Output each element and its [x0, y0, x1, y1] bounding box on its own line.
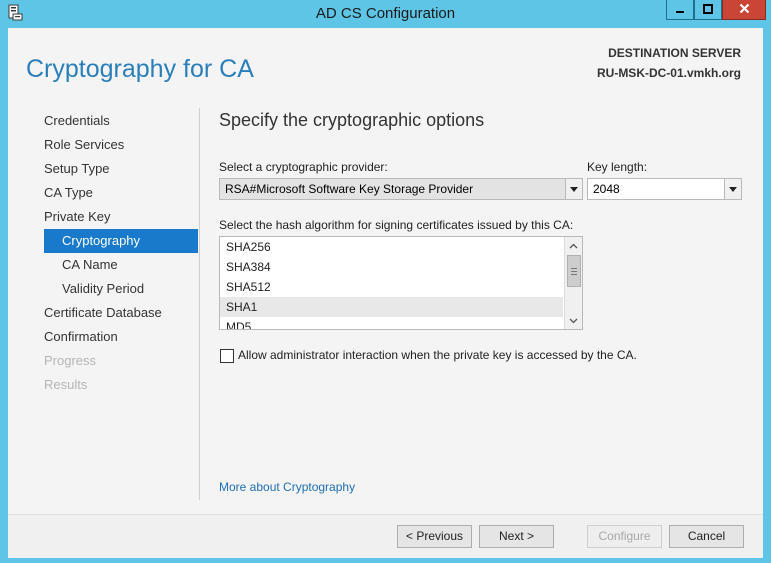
- next-button[interactable]: Next >: [479, 525, 554, 548]
- hash-option-sha256[interactable]: SHA256: [220, 237, 563, 257]
- nav-item-ca-name[interactable]: CA Name: [44, 253, 198, 277]
- close-icon: [739, 1, 750, 19]
- maximize-icon: [703, 1, 713, 19]
- hash-option-sha1[interactable]: SHA1: [220, 297, 563, 317]
- key-length-value: 2048: [593, 182, 620, 196]
- destination-server-label: DESTINATION SERVER: [608, 46, 741, 60]
- scroll-down-icon[interactable]: [565, 312, 582, 329]
- nav-item-private-key[interactable]: Private Key: [44, 205, 198, 229]
- title-bar[interactable]: AD CS Configuration: [0, 0, 771, 28]
- minimize-button[interactable]: [666, 0, 694, 20]
- more-about-cryptography-link[interactable]: More about Cryptography: [219, 480, 355, 494]
- allow-admin-interaction-checkbox[interactable]: [220, 349, 234, 363]
- nav-item-validity-period[interactable]: Validity Period: [44, 277, 198, 301]
- section-heading: Specify the cryptographic options: [219, 110, 485, 130]
- nav-item-confirmation[interactable]: Confirmation: [44, 325, 198, 349]
- hash-option-md5[interactable]: MD5: [220, 317, 563, 329]
- wizard-content: Cryptography for CA DESTINATION SERVER R…: [8, 28, 763, 558]
- allow-admin-interaction-label[interactable]: Allow administrator interaction when the…: [238, 348, 637, 362]
- vertical-scrollbar[interactable]: [564, 237, 582, 329]
- key-length-label: Key length:: [587, 160, 648, 174]
- hash-option-sha384[interactable]: SHA384: [220, 257, 563, 277]
- window-title: AD CS Configuration: [315, 5, 456, 22]
- hash-option-sha512[interactable]: SHA512: [220, 277, 563, 297]
- provider-value: RSA#Microsoft Software Key Storage Provi…: [225, 182, 474, 196]
- close-button[interactable]: [722, 0, 766, 20]
- minimize-icon: [675, 1, 685, 19]
- nav-item-role-services[interactable]: Role Services: [44, 133, 198, 157]
- wizard-footer: < Previous Next > Configure Cancel: [8, 514, 763, 558]
- nav-item-ca-type[interactable]: CA Type: [44, 181, 198, 205]
- hash-algorithm-label: Select the hash algorithm for signing ce…: [219, 218, 574, 232]
- chevron-down-icon[interactable]: [724, 179, 741, 199]
- hash-list-items: SHA256 SHA384 SHA512 SHA1 MD5: [220, 237, 582, 329]
- previous-button[interactable]: < Previous: [397, 525, 472, 548]
- scrollbar-thumb[interactable]: [567, 255, 581, 287]
- scroll-up-icon[interactable]: [565, 237, 582, 254]
- maximize-button[interactable]: [694, 0, 722, 20]
- configure-button: Configure: [587, 525, 662, 548]
- wizard-nav: Credentials Role Services Setup Type CA Typ…: [44, 109, 198, 397]
- destination-server-name: RU-MSK-DC-01.vmkh.org: [596, 66, 741, 80]
- nav-divider: [199, 108, 200, 500]
- provider-label: Select a cryptographic provider:: [219, 160, 388, 174]
- provider-select[interactable]: RSA#Microsoft Software Key Storage Provi…: [219, 178, 583, 200]
- cancel-button[interactable]: Cancel: [669, 525, 744, 548]
- chevron-down-icon[interactable]: [565, 179, 582, 199]
- nav-item-results: Results: [44, 377, 88, 392]
- nav-item-setup-type[interactable]: Setup Type: [44, 157, 198, 181]
- page-title: Cryptography for CA: [26, 55, 254, 83]
- nav-item-certificate-database[interactable]: Certificate Database: [44, 301, 198, 325]
- hash-algorithm-list[interactable]: SHA256 SHA384 SHA512 SHA1 MD5: [219, 236, 583, 330]
- nav-item-credentials[interactable]: Credentials: [44, 109, 198, 133]
- key-length-select[interactable]: 2048: [587, 178, 742, 200]
- nav-item-cryptography[interactable]: Cryptography: [44, 229, 198, 253]
- nav-item-progress: Progress: [44, 353, 97, 368]
